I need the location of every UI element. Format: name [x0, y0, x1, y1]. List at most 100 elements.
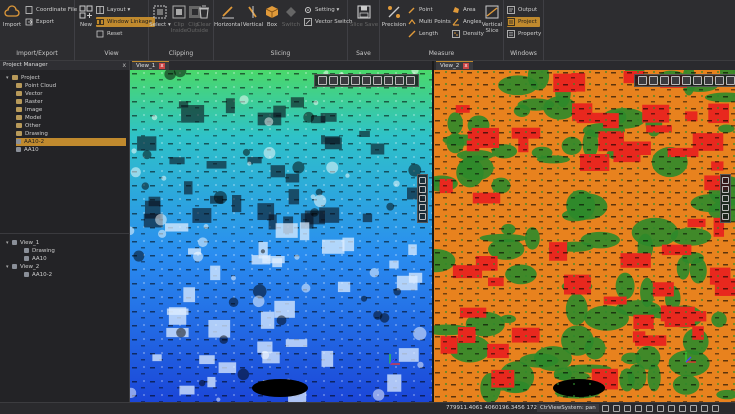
tab-view-2[interactable]: View_2 x — [436, 61, 473, 70]
tree-item-image[interactable]: Image — [16, 106, 42, 114]
import-button[interactable]: Import — [1, 4, 23, 28]
view-tool-icon[interactable] — [693, 76, 702, 85]
status-tool-icon[interactable] — [712, 405, 719, 412]
view-tool-icon[interactable] — [395, 76, 404, 85]
ribbon-group-slicing: Horizontal Vertical Box Switch Setting ▾… — [214, 0, 352, 61]
view-tool-icon[interactable] — [329, 76, 338, 85]
building-block — [206, 161, 227, 169]
view-side-tool-icon[interactable] — [722, 204, 729, 211]
output-window-button[interactable]: Output — [507, 5, 537, 15]
horizontal-slice-button[interactable]: Horizontal — [214, 4, 242, 28]
tree-item-project[interactable]: ▾ Project — [6, 74, 40, 82]
tree-item-model[interactable]: Model — [16, 114, 42, 122]
building-block — [183, 287, 196, 303]
vector-switch-button[interactable]: Vector Switch — [304, 17, 352, 27]
view-side-tool-icon[interactable] — [722, 195, 729, 202]
tree-item-aa10-2[interactable]: AA10-2 — [16, 138, 126, 146]
status-tool-icon[interactable] — [668, 405, 675, 412]
tree-item-view-2-aa10-2[interactable]: AA10-2 — [24, 271, 52, 279]
box-slice-button[interactable]: Box — [263, 4, 281, 28]
view-side-tool-icon[interactable] — [419, 213, 426, 220]
tree-item-vector[interactable]: Vector — [16, 90, 43, 98]
close-panel-icon[interactable]: x — [122, 61, 126, 70]
view-tool-icon[interactable] — [726, 76, 735, 85]
vertical-slice-measure-button[interactable]: Vertical Slice — [480, 4, 504, 35]
view-tool-icon[interactable] — [715, 76, 724, 85]
view-tool-icon[interactable] — [318, 76, 327, 85]
status-tool-icon[interactable] — [635, 405, 642, 412]
tree-item-other[interactable]: Other — [16, 122, 41, 130]
view-tool-icon[interactable] — [351, 76, 360, 85]
export-button[interactable]: Export — [25, 17, 54, 27]
status-tool-icon[interactable] — [679, 405, 686, 412]
tree-item-view-1-aa10[interactable]: AA10 — [24, 255, 47, 263]
property-window-button[interactable]: Property — [507, 29, 541, 39]
folder-icon — [16, 123, 22, 128]
view-tool-icon[interactable] — [340, 76, 349, 85]
status-tool-icon[interactable] — [646, 405, 653, 412]
reset-icon — [96, 30, 104, 38]
view-tool-icon[interactable] — [649, 76, 658, 85]
ribbon-group-import-export: Import Coordinate File Export Import/Exp… — [0, 0, 77, 61]
tree-item-view-1[interactable]: ▾ View_1 — [6, 239, 39, 247]
select-button[interactable]: Select ▾ — [149, 4, 171, 28]
clear-button[interactable]: Clear — [195, 4, 213, 28]
status-tool-icon[interactable] — [602, 405, 609, 412]
measure-area-button[interactable]: Area — [452, 5, 476, 15]
vertical-slice-measure-icon — [484, 4, 500, 20]
slicing-setting-dropdown[interactable]: Setting ▾ — [304, 5, 339, 15]
tree-item-point-cloud[interactable]: Point Cloud — [16, 82, 56, 90]
slice-save-button[interactable]: Slice Save — [349, 4, 379, 28]
tree-item-raster[interactable]: Raster — [16, 98, 43, 106]
measure-multi-points-button[interactable]: Multi Points — [408, 17, 451, 27]
switch-slice-button[interactable]: Switch — [280, 4, 302, 28]
view-side-tool-icon[interactable] — [419, 204, 426, 211]
measure-point-button[interactable]: Point — [408, 5, 433, 15]
view-tool-icon[interactable] — [660, 76, 669, 85]
project-window-button[interactable]: Project — [507, 17, 540, 27]
status-tool-icon[interactable] — [613, 405, 620, 412]
tree-item-drawing[interactable]: Drawing — [16, 130, 48, 138]
window-linkage-button[interactable]: Window Linkage — [96, 17, 155, 27]
view-2-viewport[interactable] — [434, 70, 735, 402]
view-side-tool-icon[interactable] — [722, 186, 729, 193]
status-tool-icon[interactable] — [701, 405, 708, 412]
layout-dropdown[interactable]: Layout ▾ — [96, 5, 130, 15]
close-tab-icon[interactable]: x — [463, 63, 469, 69]
status-tool-icon[interactable] — [624, 405, 631, 412]
measure-angles-button[interactable]: Angles — [452, 17, 482, 27]
view-tool-icon[interactable] — [671, 76, 680, 85]
view-side-tool-icon[interactable] — [419, 195, 426, 202]
tree-canopy — [130, 167, 141, 178]
vector-switch-icon — [304, 18, 312, 26]
coordinate-file-button[interactable]: Coordinate File — [25, 5, 77, 15]
view-tool-icon[interactable] — [384, 76, 393, 85]
view-side-tool-icon[interactable] — [419, 177, 426, 184]
view-side-tool-icon[interactable] — [722, 213, 729, 220]
tree-item-view-1-drawing[interactable]: Drawing — [24, 247, 55, 255]
view-tool-icon[interactable] — [638, 76, 647, 85]
tree-item-aa10[interactable]: AA10 — [16, 146, 39, 154]
close-tab-icon[interactable]: x — [159, 63, 165, 69]
view-1-viewport[interactable] — [130, 70, 432, 402]
view-side-tool-icon[interactable] — [722, 177, 729, 184]
new-view-button[interactable]: New — [76, 4, 96, 28]
building-block — [152, 354, 162, 362]
clip-inside-button[interactable]: Clip Inside — [170, 4, 188, 35]
ribbon-group-view: New Layout ▾ Window Linkage Reset View — [75, 0, 155, 61]
reset-view-button[interactable]: Reset — [96, 29, 122, 39]
tree-item-view-2[interactable]: ▾ View_2 — [6, 263, 39, 271]
point-cloud-icon — [16, 147, 21, 152]
view-side-tool-icon[interactable] — [419, 186, 426, 193]
status-tool-icon[interactable] — [657, 405, 664, 412]
measure-length-button[interactable]: Length — [408, 29, 438, 39]
view-tool-icon[interactable] — [362, 76, 371, 85]
precision-button[interactable]: Precision — [381, 4, 407, 28]
view-tool-icon[interactable] — [406, 76, 415, 85]
view-tool-icon[interactable] — [704, 76, 713, 85]
status-tool-icon[interactable] — [690, 405, 697, 412]
view-tool-icon[interactable] — [682, 76, 691, 85]
tab-view-1[interactable]: View_1 x — [132, 61, 169, 70]
vertical-slice-button[interactable]: Vertical — [242, 4, 264, 28]
view-tool-icon[interactable] — [373, 76, 382, 85]
